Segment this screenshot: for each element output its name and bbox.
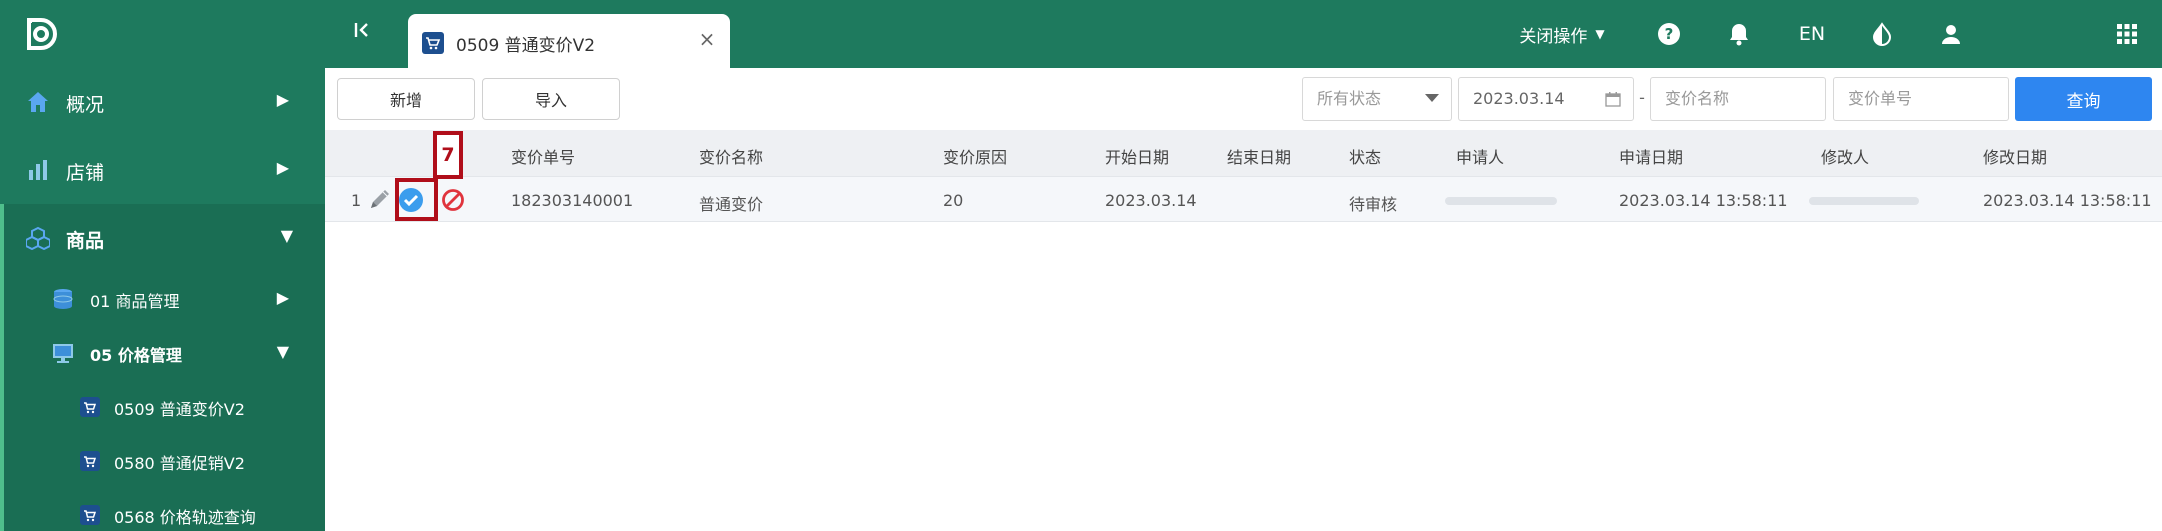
sidebar-item-price-management[interactable]: 05 价格管理 ▼ <box>0 326 325 380</box>
help-icon[interactable]: ? <box>1652 0 1686 68</box>
price-change-name-input[interactable]: 变价名称 <box>1650 77 1826 121</box>
cubes-icon <box>26 226 50 250</box>
close-operations-dropdown[interactable]: 关闭操作 ▼ <box>1512 0 1612 68</box>
import-button[interactable]: 导入 <box>482 78 620 120</box>
collapse-sidebar-icon[interactable] <box>348 20 376 48</box>
column-header[interactable]: 结束日期 <box>1227 144 1291 168</box>
cell-order-no: 182303140001 <box>511 191 634 210</box>
sidebar-item-label: 0568 价格轨迹查询 <box>114 508 256 527</box>
sidebar-item-label: 概况 <box>66 94 105 116</box>
no-placeholder: 变价单号 <box>1848 89 1913 108</box>
date-range-separator: - <box>1639 88 1645 107</box>
home-icon <box>28 92 48 112</box>
date-field[interactable]: 2023.03.14 <box>1458 77 1634 121</box>
sidebar-item-0580[interactable]: 0580 普通促销V2 <box>0 434 325 488</box>
chevron-down-icon: ▼ <box>276 342 289 361</box>
language-toggle[interactable]: EN <box>1792 0 1832 68</box>
theme-contrast-icon[interactable] <box>1865 0 1899 68</box>
row-index: 1 <box>351 191 362 210</box>
sidebar-item-label: 0580 普通促销V2 <box>114 454 245 473</box>
sidebar-item-label: 05 价格管理 <box>90 346 182 365</box>
status-select[interactable]: 所有状态 <box>1302 77 1452 121</box>
sidebar-item-store[interactable]: 店铺 ▶ <box>0 136 325 204</box>
column-header[interactable]: 状态 <box>1349 144 1381 168</box>
query-button[interactable]: 查询 <box>2015 77 2152 121</box>
column-header[interactable]: 修改日期 <box>1983 144 2047 168</box>
chevron-down-icon: ▼ <box>280 226 293 245</box>
sidebar-item-label: 商品 <box>66 230 105 252</box>
cell-start-date: 2023.03.14 <box>1105 191 1197 210</box>
cart-icon <box>80 397 100 417</box>
name-placeholder: 变价名称 <box>1665 89 1730 108</box>
sidebar-item-product-management[interactable]: 01 商品管理 ▶ <box>0 272 325 326</box>
chevron-right-icon: ▶ <box>276 90 289 109</box>
column-header[interactable]: 变价单号 <box>511 144 575 168</box>
annotation-highlight-box <box>395 178 438 221</box>
chevron-right-icon: ▶ <box>276 158 289 177</box>
main-content: 新增 导入 所有状态 2023.03.14 - 变价名称 变价单号 查询 变价单… <box>325 68 2162 531</box>
cell-status: 待审核 <box>1349 195 1398 214</box>
annotation-step-label: 7 <box>433 131 463 179</box>
sidebar-item-label: 店铺 <box>66 162 105 184</box>
sidebar-item-overview[interactable]: 概况 ▶ <box>0 68 325 136</box>
close-operations-label: 关闭操作 <box>1519 26 1588 47</box>
sidebar-item-label: 0509 普通变价V2 <box>114 400 245 419</box>
cart-icon <box>422 32 444 54</box>
apps-grid-icon[interactable] <box>2110 0 2144 68</box>
status-select-value: 所有状态 <box>1317 89 1382 108</box>
cart-icon <box>80 505 100 525</box>
database-icon <box>53 289 73 309</box>
cell-modify-date: 2023.03.14 13:58:11 <box>1983 191 2152 210</box>
add-button[interactable]: 新增 <box>337 78 475 120</box>
bell-icon[interactable] <box>1722 0 1756 68</box>
void-prohibit-icon[interactable] <box>441 188 465 212</box>
caret-down-icon <box>1425 94 1439 102</box>
cell-name: 普通变价 <box>699 195 764 214</box>
calendar-icon <box>1605 92 1621 107</box>
chevron-right-icon: ▶ <box>276 288 289 307</box>
monitor-icon <box>53 344 73 363</box>
sidebar-item-0568[interactable]: 0568 价格轨迹查询 <box>0 488 325 531</box>
sidebar-item-label: 01 商品管理 <box>90 292 180 311</box>
tab-0509-price-change[interactable]: 0509 普通变价V2 × <box>408 14 730 68</box>
user-icon[interactable] <box>1934 0 1968 68</box>
sidebar: 概况 ▶ 店铺 ▶ 商品 ▼ 01 商品管理 ▶ 05 价格管理 ▼ 0509 … <box>0 68 325 531</box>
column-header[interactable]: 申请人 <box>1456 144 1504 168</box>
close-icon[interactable]: × <box>696 28 718 50</box>
price-change-no-input[interactable]: 变价单号 <box>1833 77 2009 121</box>
table-header: 变价单号 变价名称 变价原因 开始日期 结束日期 状态 申请人 申请日期 修改人… <box>325 130 2162 176</box>
app-logo-icon[interactable] <box>24 16 60 52</box>
column-header[interactable]: 变价名称 <box>699 144 763 168</box>
column-header[interactable]: 开始日期 <box>1105 144 1169 168</box>
top-bar: 0509 普通变价V2 × 关闭操作 ▼ ? EN <box>0 0 2162 68</box>
svg-text:?: ? <box>1665 25 1674 43</box>
column-header[interactable]: 变价原因 <box>943 144 1007 168</box>
chart-icon <box>29 160 47 180</box>
date-value: 2023.03.14 <box>1473 89 1565 108</box>
cell-apply-date: 2023.03.14 13:58:11 <box>1619 191 1788 210</box>
sidebar-item-0509[interactable]: 0509 普通变价V2 <box>0 380 325 434</box>
table-row[interactable]: 1 182303140001 普通变价 20 2023.03.14 待审核 20… <box>325 176 2162 222</box>
sidebar-item-products[interactable]: 商品 ▼ 01 商品管理 ▶ 05 价格管理 ▼ 0509 普通变价V2 058… <box>0 204 325 531</box>
cell-reason: 20 <box>943 191 964 210</box>
tab-label: 0509 普通变价V2 <box>456 36 596 56</box>
caret-down-icon: ▼ <box>1595 27 1605 41</box>
edit-pencil-icon[interactable] <box>367 188 393 214</box>
redacted-applicant <box>1445 197 1557 205</box>
column-header[interactable]: 修改人 <box>1821 144 1869 168</box>
cart-icon <box>80 451 100 471</box>
toolbar: 新增 导入 所有状态 2023.03.14 - 变价名称 变价单号 查询 <box>325 68 2162 130</box>
redacted-modifier <box>1809 197 1919 205</box>
column-header[interactable]: 申请日期 <box>1619 144 1683 168</box>
